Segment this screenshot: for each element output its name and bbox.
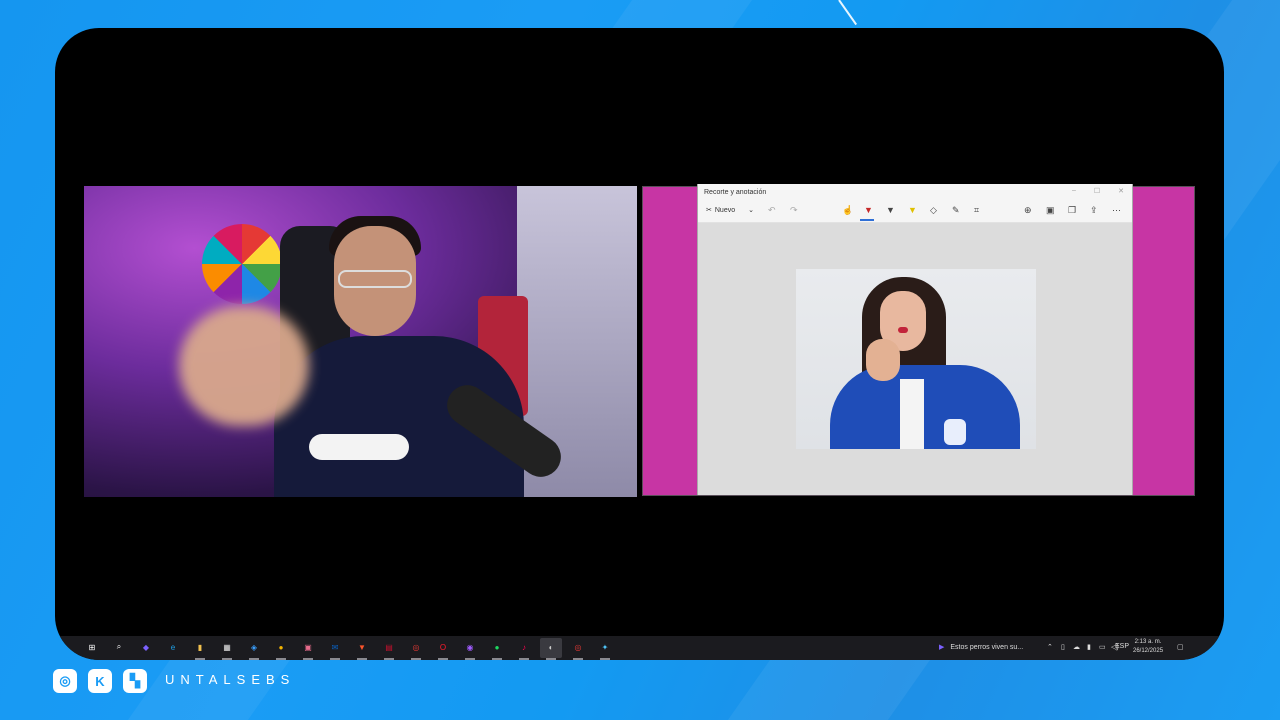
- highlighter-icon[interactable]: ▼: [908, 205, 917, 215]
- taskbar-file-explorer-icon[interactable]: ▮: [193, 640, 207, 654]
- taskbar-running-indicator: [519, 658, 529, 660]
- taskbar-cc-red-icon[interactable]: ◎: [409, 640, 423, 654]
- clock-date: 26/12/2025: [1133, 648, 1164, 654]
- bg-line: [838, 0, 858, 26]
- taskbar-running-indicator: [222, 658, 232, 660]
- pointing-hand: [179, 306, 309, 426]
- chevron-up-icon[interactable]: ⌃: [1047, 643, 1053, 651]
- taskbar-messenger-icon[interactable]: ◉: [463, 640, 477, 654]
- taskbar-running-indicator: [411, 658, 421, 660]
- news-widget[interactable]: ▶ Estos perros viven su...: [939, 643, 1024, 652]
- photo-lips: [898, 327, 908, 333]
- jersey-sponsor: [309, 434, 409, 460]
- pen-red-icon[interactable]: ▼: [864, 205, 873, 215]
- taskbar-tiktok-icon[interactable]: ♪: [517, 640, 531, 654]
- taskbar-running-indicator: [438, 658, 448, 660]
- snip-icon: ✂: [706, 207, 712, 214]
- copy-icon[interactable]: ❐: [1068, 205, 1076, 216]
- snipped-photo: [796, 269, 1036, 449]
- minimize-button[interactable]: –: [1072, 187, 1076, 195]
- taskbar-media-icon[interactable]: ▤: [382, 640, 396, 654]
- news-text: Estos perros viven su...: [950, 643, 1024, 651]
- photo-jacket: [830, 365, 1020, 449]
- zoom-icon[interactable]: ⊕: [1024, 205, 1032, 216]
- stream-frame: Recorte y anotación – ☐ ✕ ✂ Nuevo ⌄ ↶ ↷ …: [55, 28, 1224, 660]
- snip-titlebar: Recorte y anotación – ☐ ✕: [698, 184, 1132, 200]
- webcam-feed: [84, 186, 637, 497]
- taskbar-opera-icon[interactable]: O: [436, 640, 450, 654]
- network-icon[interactable]: ▯: [1061, 643, 1065, 651]
- photo-shirt: [900, 379, 924, 449]
- crop-icon[interactable]: ⌗: [974, 205, 979, 216]
- taskbar-running-indicator: [249, 658, 259, 660]
- new-label: Nuevo: [714, 206, 736, 214]
- mic-icon[interactable]: ▮: [1087, 643, 1091, 651]
- brand-name: UNTALSEBS: [165, 672, 296, 687]
- taskbar-running-indicator: [492, 658, 502, 660]
- taskbar-running-indicator: [465, 658, 475, 660]
- windows-taskbar: ▶ Estos perros viven su... ⌃ ▯ ☁ ▮ ▭ ◁) …: [55, 636, 1224, 660]
- photo-badge: [944, 419, 966, 445]
- taskbar-running-indicator: [600, 658, 610, 660]
- display-icon[interactable]: ▭: [1099, 643, 1106, 651]
- taskbar-running-indicator: [303, 658, 313, 660]
- taskbar-clock[interactable]: 2:13 a. m. 26/12/2025: [1133, 638, 1163, 656]
- twitch-icon[interactable]: ▚: [123, 669, 147, 693]
- taskbar-calendar-icon[interactable]: ▦: [220, 640, 234, 654]
- kick-icon[interactable]: K: [88, 669, 112, 693]
- video-icon: ▶: [939, 644, 945, 651]
- window-controls: – ☐ ✕: [1072, 187, 1124, 195]
- maximize-button[interactable]: ☐: [1094, 187, 1100, 195]
- taskbar-running-indicator: [357, 658, 367, 660]
- taskbar-outlook-icon[interactable]: ✉: [328, 640, 342, 654]
- taskbar-stack-icon[interactable]: ◈: [247, 640, 261, 654]
- taskbar-edge-icon[interactable]: e: [166, 640, 180, 654]
- taskbar-chrome-icon[interactable]: ●: [274, 640, 288, 654]
- taskbar-running-indicator: [195, 658, 205, 660]
- share-icon[interactable]: ⇪: [1090, 205, 1098, 216]
- snip-title: Recorte y anotación: [704, 188, 767, 196]
- taskbar-running-indicator: [546, 658, 556, 660]
- ruler-icon[interactable]: ✎: [952, 205, 960, 216]
- taskbar-spotify-icon[interactable]: ●: [490, 640, 504, 654]
- pen-black-icon[interactable]: ▼: [886, 205, 895, 215]
- taskbar-running-indicator: [330, 658, 340, 660]
- taskbar-copilot-icon[interactable]: ◆: [139, 640, 153, 654]
- save-icon[interactable]: ▣: [1046, 205, 1055, 216]
- snip-window: Recorte y anotación – ☐ ✕ ✂ Nuevo ⌄ ↶ ↷ …: [697, 184, 1133, 495]
- taskbar-running-indicator: [276, 658, 286, 660]
- taskbar-windows-start-icon[interactable]: ⊞: [85, 640, 99, 654]
- active-tool-indicator: [860, 219, 874, 221]
- taskbar-obs-icon[interactable]: ◐: [544, 640, 558, 654]
- prize-wheel: [202, 224, 282, 304]
- taskbar-color-tool-icon[interactable]: ✦: [598, 640, 612, 654]
- clock-time: 2:13 a. m.: [1134, 639, 1162, 645]
- undo-icon[interactable]: ↶: [768, 205, 776, 216]
- touch-write-icon[interactable]: ☝: [842, 205, 853, 216]
- chevron-down-icon[interactable]: ⌄: [748, 206, 754, 214]
- redo-icon[interactable]: ↷: [790, 205, 798, 216]
- taskbar-running-indicator: [384, 658, 394, 660]
- new-snip-button[interactable]: ✂ Nuevo ⌄: [706, 206, 754, 215]
- taskbar-photos-icon[interactable]: ▣: [301, 640, 315, 654]
- photo-hand: [866, 339, 900, 381]
- instagram-icon[interactable]: ◎: [53, 669, 77, 693]
- taskbar-running-indicator: [573, 658, 583, 660]
- taskbar-brave-icon[interactable]: ▼: [355, 640, 369, 654]
- close-button[interactable]: ✕: [1118, 187, 1124, 195]
- onedrive-icon[interactable]: ☁: [1073, 643, 1080, 651]
- language-indicator[interactable]: ESP: [1115, 643, 1129, 650]
- more-icon[interactable]: ⋯: [1112, 205, 1121, 216]
- eraser-icon[interactable]: ◇: [930, 205, 937, 216]
- snip-toolbar: ✂ Nuevo ⌄ ↶ ↷ ☝ ▼ ▼ ▼ ◇ ✎ ⌗ ⊕ ▣ ❐ ⇪ ⋯: [698, 200, 1132, 223]
- taskbar-cc-red-2-icon[interactable]: ◎: [571, 640, 585, 654]
- notifications-icon[interactable]: ▢: [1177, 643, 1184, 651]
- taskbar-search-icon[interactable]: ⌕: [112, 640, 126, 654]
- streamer-glasses: [338, 270, 412, 288]
